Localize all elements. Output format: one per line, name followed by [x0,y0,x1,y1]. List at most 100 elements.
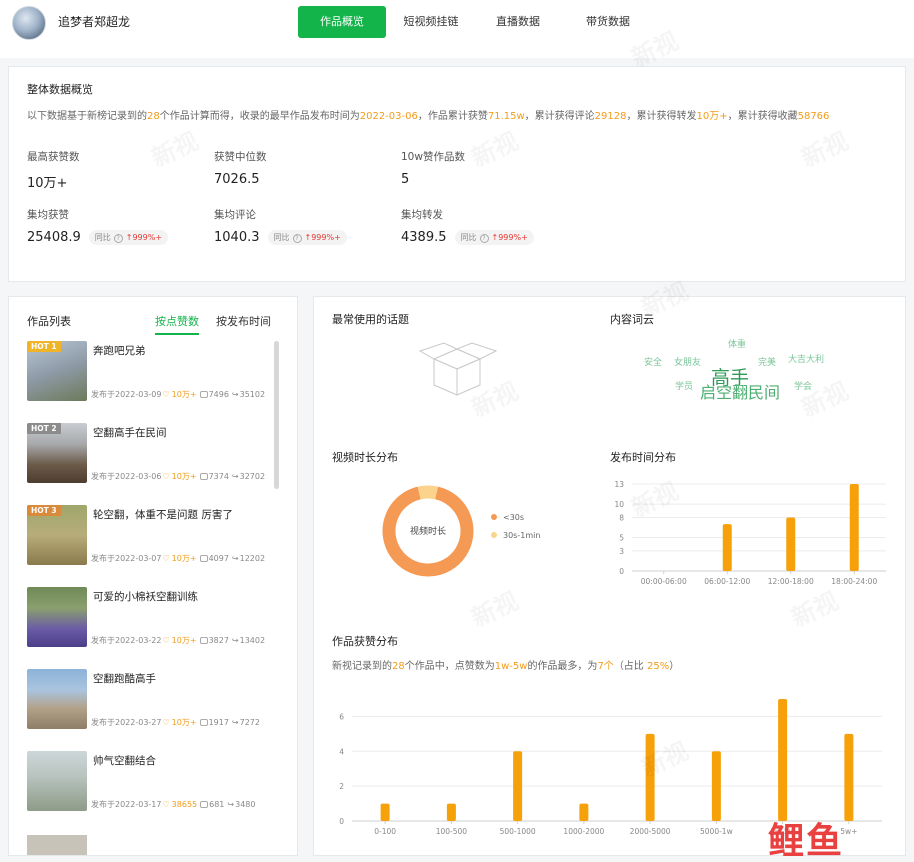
y-tick-label: 6 [339,712,344,721]
share-count: 7272 [239,718,260,727]
x-tick-label: 06:00-12:00 [704,577,750,586]
share-icon: ↪ [231,636,239,645]
yoy-label: 同比 [94,233,111,242]
legend-label: <30s [503,513,524,522]
like-count: 10万+ [171,636,197,645]
list-item[interactable]: 空翻跑酷高手 发布于2022-03-27 ♡ 10万+ 1917 ↪ 7272 [27,669,277,733]
list-item[interactable]: HOT 2 空翻高手在民间 发布于2022-03-06 ♡ 10万+ 7374 ↪ 327… [27,423,277,487]
yoy-change: 999%+ [311,233,341,242]
video-title[interactable]: 空翻高手在民间 [93,425,167,440]
desc-text: ，累计获得转发 [626,111,697,122]
desc-ratio: 25% [647,661,670,672]
video-title[interactable]: 空翻跑酷高手 [93,671,156,686]
desc-works: 28 [392,661,405,672]
cloud-word: 学员 [675,382,694,392]
video-thumbnail[interactable] [27,669,87,729]
desc-text: ，作品累计获赞 [417,111,488,122]
tab-sales-data[interactable]: 带货数据 [578,6,638,38]
yoy-badge: 同比? ↑999%+ [454,230,534,245]
help-icon[interactable]: ? [479,234,489,243]
y-tick-label: 5 [619,534,624,543]
yoy-badge: 同比? ↑999%+ [88,230,169,245]
share-icon: ↪ [231,718,239,727]
share-count: 12202 [239,554,266,563]
sort-by-likes-tab[interactable]: 按点赞数 [155,313,199,335]
metric-max-likes: 最高获赞数 10万+ [27,149,80,191]
help-icon[interactable]: ? [113,234,123,243]
bar [778,699,788,821]
desc-text: （占比 [613,661,647,672]
hot-badge: HOT 1 [27,341,61,352]
comment-icon [199,473,208,480]
works-list-title: 作品列表 [27,315,71,328]
header-bar: 追梦者郑超龙 作品概览 短视频挂链 直播数据 带货数据 [0,0,914,58]
help-icon[interactable]: ? [292,234,302,243]
video-title[interactable]: 轮空翻，体重不是问题 厉害了 [93,507,233,522]
comment-count: 4097 [208,554,229,563]
avatar[interactable] [12,6,46,40]
desc-total-likes: 71.15w [487,111,525,122]
heart-icon: ♡ [162,718,170,727]
share-icon: ↪ [231,554,239,563]
list-item[interactable]: 可爱的小棉袄空翻训练 发布于2022-03-22 ♡ 10万+ 3827 ↪ 13402 [27,587,277,651]
cloud-word: 学会 [794,382,813,392]
video-thumbnail[interactable]: HOT 2 [27,423,87,483]
metric-value: 10万+ [27,176,68,191]
x-tick-label: 18:00-24:00 [831,577,877,586]
metric-label: 获赞中位数 [214,151,267,163]
cloud-word: 安全 [644,358,663,368]
bar [844,733,854,821]
publish-date: 发布于2022-03-07 [91,554,162,563]
list-item[interactable]: HOT 1 奔跑吧兄弟 发布于2022-03-09 ♡ 10万+ 7496 ↪ 35102 [27,341,277,405]
metric-value: 4389.5 [401,230,447,245]
video-thumbnail[interactable]: HOT 3 [27,505,87,565]
video-title[interactable]: 可爱的小棉袄空翻训练 [93,589,198,604]
x-tick-label: 12:00-18:00 [768,577,814,586]
share-icon: ↪ [231,472,239,481]
desc-text: 的作品最多，为 [527,661,598,672]
sort-by-time-tab[interactable]: 按发布时间 [216,313,271,329]
video-stats: 发布于2022-03-06 ♡ 10万+ 7374 ↪ 32702 [91,471,265,482]
list-item[interactable]: HOT 3 轮空翻，体重不是问题 厉害了 发布于2022-03-07 ♡ 10万+ 4… [27,505,277,569]
video-thumbnail[interactable] [27,751,87,811]
x-tick-label: 500-1000 [500,827,536,836]
list-item[interactable]: 帅气空翻结合 发布于2022-03-17 ♡ 38655 681 ↪ 3480 [27,751,277,815]
y-tick-label: 13 [614,480,624,489]
bar [722,524,732,571]
share-count: 35102 [239,390,266,399]
empty-box-icon [418,342,498,396]
video-title[interactable]: 帅气空翻结合 [93,753,156,768]
tab-live-data[interactable]: 直播数据 [488,6,548,38]
tab-works-overview[interactable]: 作品概览 [298,6,386,38]
publish-date: 发布于2022-03-06 [91,472,162,481]
overview-description: 以下数据基于新榜记录到的28个作品计算而得，收录的最早作品发布时间为2022-0… [27,107,829,122]
bar [380,803,390,821]
video-thumbnail[interactable]: HOT 1 [27,341,87,401]
cloud-word: 完美 [758,358,777,368]
comment-icon [199,637,208,644]
video-title[interactable]: 奔跑吧兄弟 [93,343,146,358]
share-count: 3480 [235,800,256,809]
video-stats: 发布于2022-03-27 ♡ 10万+ 1917 ↪ 7272 [91,717,260,728]
corner-logo: 鲤鱼 [768,821,845,862]
x-tick-label: 100-500 [436,827,468,836]
likes-distribution-desc: 新视记录到的28个作品中，点赞数为1w-5w的作品最多，为7个（占比 25%） [332,657,679,672]
overview-title: 整体数据概览 [27,83,93,96]
like-count: 10万+ [171,718,197,727]
desc-total-comments: 29128 [594,111,627,122]
y-tick-label: 0 [339,817,344,826]
tab-short-video-links[interactable]: 短视频挂链 [392,6,470,38]
video-thumbnail[interactable] [27,587,87,647]
desc-total-favorites: 58766 [797,111,830,122]
desc-works-count: 28 [147,111,160,122]
hot-badge: HOT 2 [27,423,61,434]
publish-date: 发布于2022-03-09 [91,390,162,399]
desc-range: 1w-5w [494,661,528,672]
bar [446,803,456,821]
share-count: 32702 [239,472,266,481]
bar [513,751,523,821]
y-tick-label: 2 [339,782,344,791]
bar [579,803,589,821]
donut-slice [417,485,438,500]
video-stats: 发布于2022-03-07 ♡ 10万+ 4097 ↪ 12202 [91,553,265,564]
